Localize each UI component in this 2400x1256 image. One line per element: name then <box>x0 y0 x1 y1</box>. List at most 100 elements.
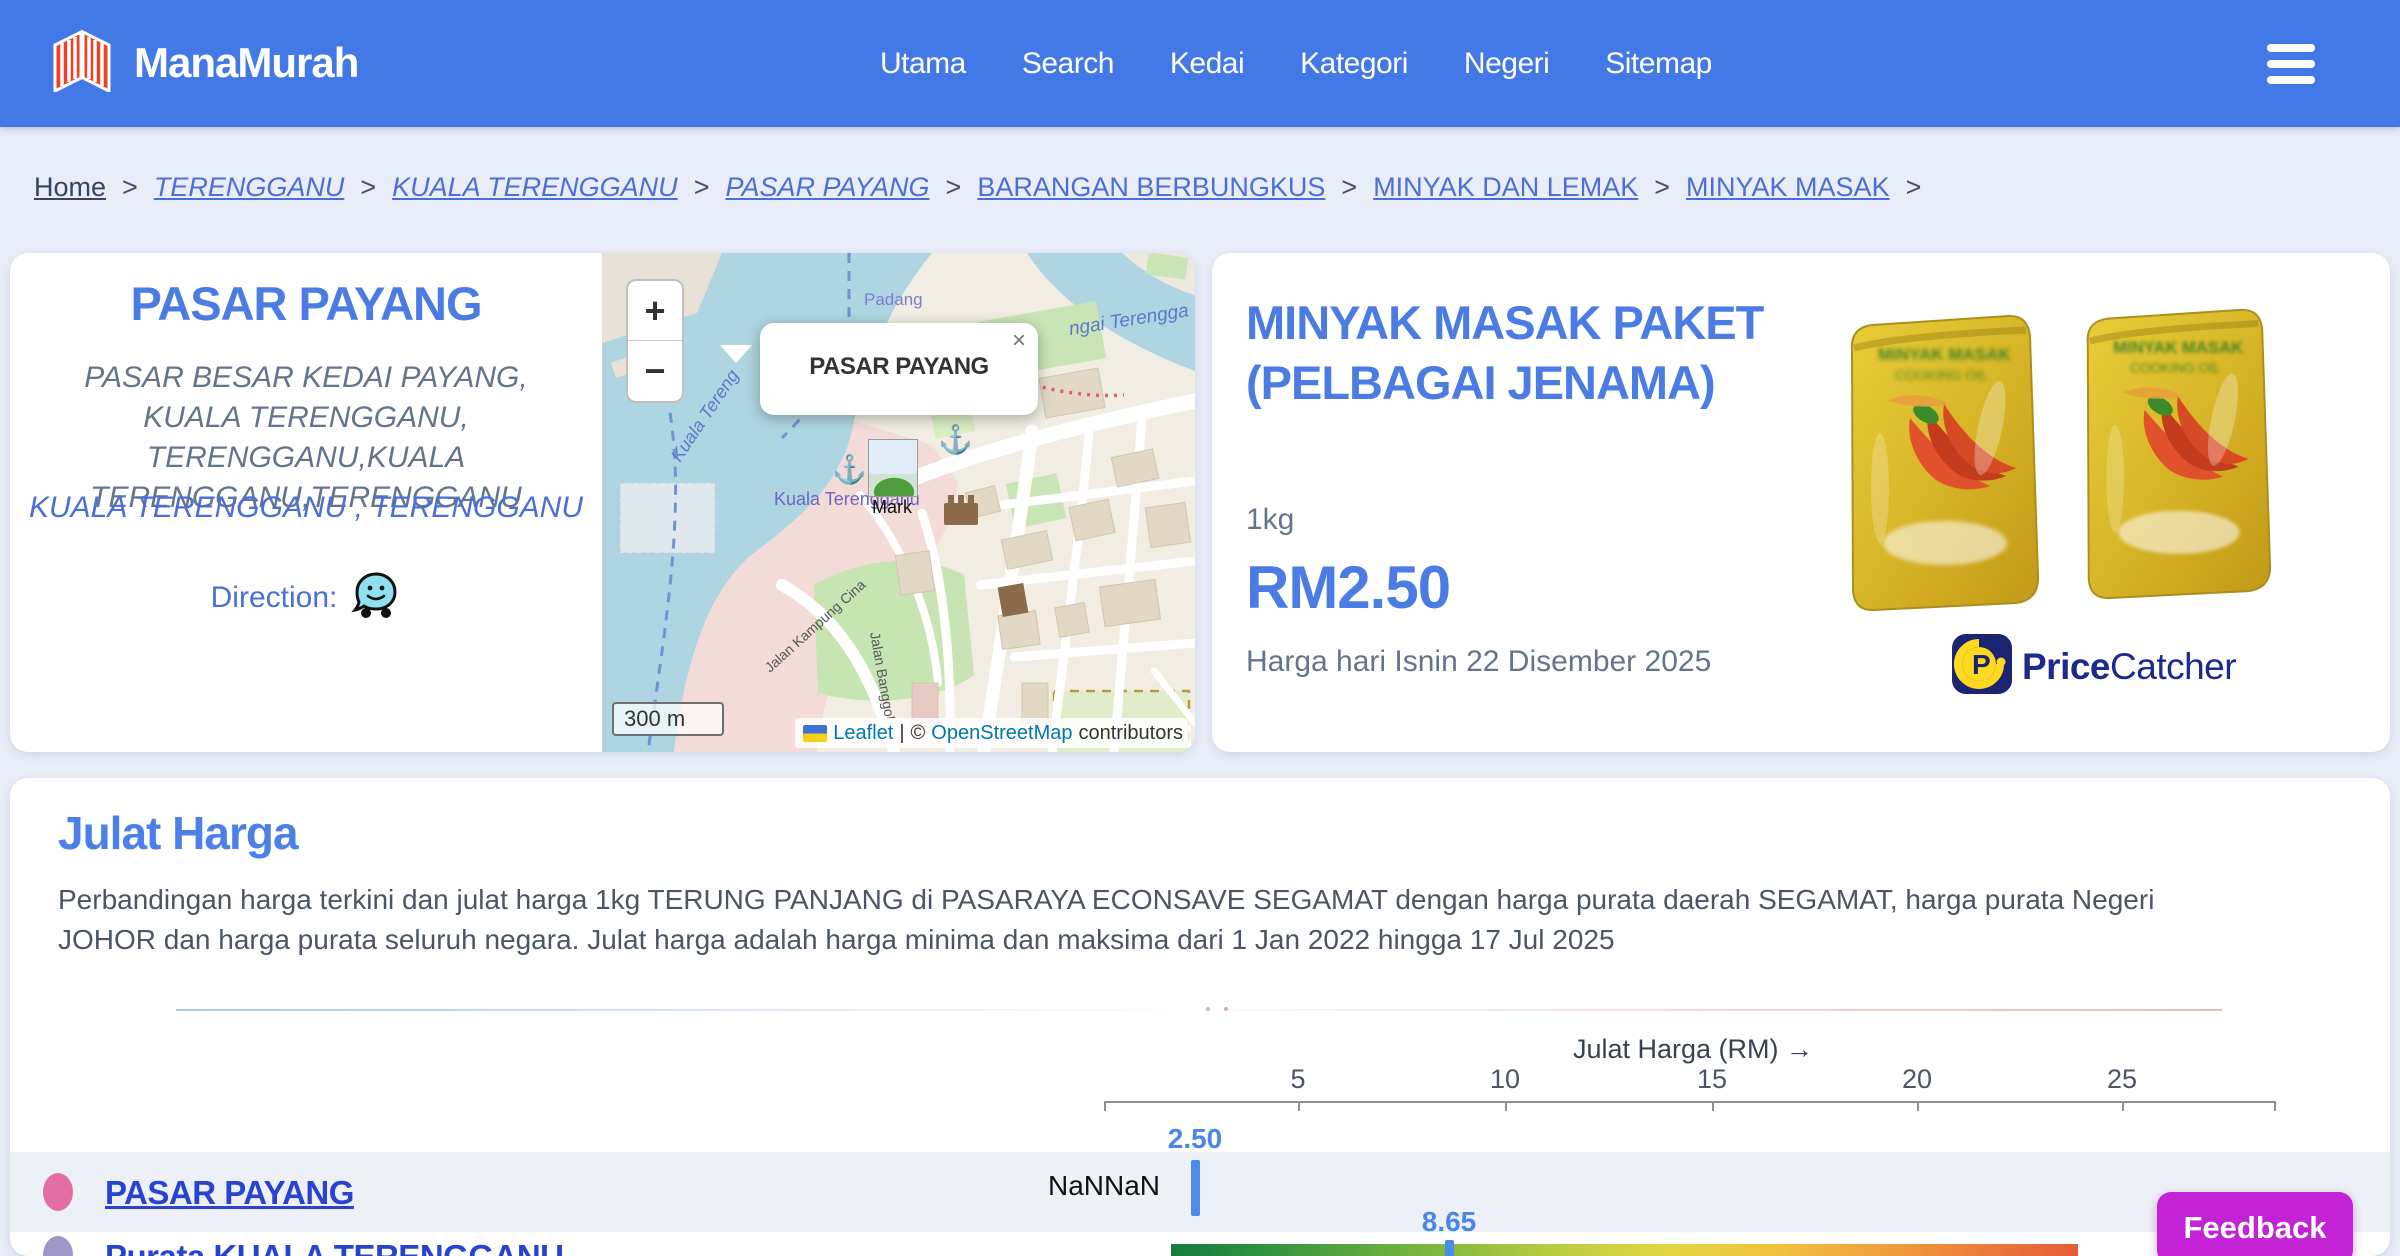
nav-item-negeri[interactable]: Negeri <box>1464 47 1550 81</box>
map-popup: PASAR PAYANG × <box>760 323 1038 415</box>
axis-tick <box>1712 1101 1714 1111</box>
badge-regular-text: Catcher <box>2110 645 2237 687</box>
breadcrumb-separator: > <box>1341 172 1358 202</box>
top-navigation-bar: ManaMurah Utama Search Kedai Kategori Ne… <box>0 0 2400 127</box>
nav-item-sitemap[interactable]: Sitemap <box>1605 47 1712 81</box>
store-region-links: KUALA TERENGGANU , TERENGGANU <box>10 491 602 525</box>
breadcrumb-separator: > <box>360 172 377 202</box>
map-zoom-control: + − <box>626 279 684 403</box>
breadcrumb-separator: > <box>945 172 962 202</box>
axis-end-tick <box>2274 1101 2276 1111</box>
product-unit: 1kg <box>1246 503 1295 536</box>
nav-item-kategori[interactable]: Kategori <box>1300 47 1408 81</box>
breadcrumb: Home > TERENGGANU > KUALA TERENGGANU > P… <box>34 172 1921 203</box>
axis-tick-label: 10 <box>1489 1064 1521 1094</box>
leaflet-link[interactable]: Leaflet <box>833 722 893 745</box>
price-marker-purata <box>1445 1240 1454 1256</box>
axis-end-tick <box>1104 1101 1106 1111</box>
axis-tick-label: 25 <box>2106 1064 2138 1094</box>
map-scale: 300 m <box>612 702 724 736</box>
divider-dot <box>1206 1007 1210 1011</box>
product-title: MINYAK MASAK PAKET (PELBAGAI JENAMA) <box>1246 296 1764 409</box>
breadcrumb-barangan-berbungkus[interactable]: BARANGAN BERBUNGKUS <box>977 172 1325 203</box>
map-marker[interactable] <box>868 439 918 497</box>
zoom-out-button[interactable]: − <box>628 341 682 401</box>
breadcrumb-minyak-masak[interactable]: MINYAK MASAK <box>1686 172 1890 203</box>
price-range-gradient-bar <box>1171 1244 2078 1256</box>
axis-tick-label: 20 <box>1901 1064 1933 1094</box>
chart-axis-label: Julat Harga (RM) → <box>1572 1034 1814 1064</box>
breadcrumb-separator: > <box>693 172 710 202</box>
axis-tick-label: 5 <box>1290 1064 1306 1094</box>
nav-item-utama[interactable]: Utama <box>880 47 966 81</box>
manamurah-logo-icon <box>48 28 116 97</box>
district-link[interactable]: KUALA TERENGGANU <box>29 491 346 524</box>
direction-label: Direction: <box>210 580 338 614</box>
chart-axis-line <box>1104 1101 2276 1103</box>
waze-icon[interactable] <box>351 571 401 624</box>
zoom-in-button[interactable]: + <box>628 281 682 341</box>
row-value-label: 2.50 <box>1167 1123 1223 1154</box>
divider-dot <box>1224 1007 1228 1011</box>
copyright-symbol: © <box>910 721 926 744</box>
price-marker-pasar-payang <box>1191 1160 1200 1216</box>
contributors-label: contributors <box>1078 721 1184 744</box>
page: ManaMurah Utama Search Kedai Kategori Ne… <box>0 0 2400 1256</box>
product-price: RM2.50 <box>1246 554 1451 621</box>
pricecatcher-logo-text: PriceCatcher <box>2022 645 2237 688</box>
breadcrumb-terengganu[interactable]: TERENGGANU <box>154 172 345 203</box>
breadcrumb-separator: > <box>122 172 138 202</box>
product-image: MINYAK MASAK COOKING OIL <box>1840 308 2310 668</box>
pricecatcher-badge: P PriceCatcher <box>1950 631 2237 702</box>
openstreetmap-link[interactable]: OpenStreetMap <box>931 722 1072 745</box>
row-link-pasar-payang[interactable]: PASAR PAYANG <box>105 1174 354 1212</box>
axis-tick <box>1505 1101 1507 1111</box>
nav-item-search[interactable]: Search <box>1022 47 1115 81</box>
map-attribution: Leaflet | © OpenStreetMap contributors <box>795 718 1191 748</box>
store-name: PASAR PAYANG <box>130 277 482 330</box>
breadcrumb-minyak-dan-lemak[interactable]: MINYAK DAN LEMAK <box>1373 172 1638 203</box>
breadcrumb-separator: > <box>1654 172 1671 202</box>
row-dot-pasar-payang <box>43 1173 73 1211</box>
chart-top-divider <box>176 1009 2222 1011</box>
product-price-date: Harga hari Isnin 22 Disember 2025 <box>1246 645 1712 678</box>
brand[interactable]: ManaMurah <box>48 28 359 97</box>
anchor-icon: ⚓ <box>938 423 973 456</box>
direction-row: Direction: <box>10 571 602 624</box>
svg-text:P: P <box>1972 649 1991 680</box>
price-range-card: Julat Harga Perbandingan harga terkini d… <box>10 778 2390 1256</box>
axis-tick <box>1917 1101 1919 1111</box>
row-value-label: 8.65 <box>1421 1206 1477 1237</box>
main-nav: Utama Search Kedai Kategori Negeri Sitem… <box>880 0 1712 127</box>
leaflet-map[interactable]: ⚓ ⚓ Padang ngai Terengga Kuala Tereng Ku… <box>602 253 1195 752</box>
anchor-icon: ⚓ <box>832 453 867 486</box>
breadcrumb-separator: > <box>1905 172 1922 202</box>
brand-name: ManaMurah <box>134 38 359 86</box>
axis-tick-label: 15 <box>1696 1064 1728 1094</box>
price-range-description: Perbandingan harga terkini dan julat har… <box>58 884 2155 955</box>
row-link-purata-kuala-terengganu[interactable]: Purata KUALA TERENGGANU <box>105 1238 564 1256</box>
row-dot-purata-kuala-terengganu <box>43 1236 73 1256</box>
chart-row-pasar-payang <box>10 1152 2390 1232</box>
axis-tick <box>2122 1101 2124 1111</box>
pricecatcher-logo-icon: P <box>1950 631 2014 702</box>
price-range-title: Julat Harga <box>58 807 299 859</box>
breadcrumb-home[interactable]: Home <box>34 172 106 203</box>
axis-tick <box>1298 1101 1300 1111</box>
breadcrumb-kuala-terengganu[interactable]: KUALA TERENGGANU <box>392 172 678 203</box>
product-card: MINYAK MASAK PAKET (PELBAGAI JENAMA) 1kg… <box>1212 253 2390 752</box>
feedback-button[interactable]: Feedback <box>2157 1192 2353 1256</box>
region-separator: , <box>354 491 363 524</box>
popup-close-icon[interactable]: × <box>1012 327 1026 355</box>
nav-item-kedai[interactable]: Kedai <box>1170 47 1245 81</box>
map-label-padang: Padang <box>864 290 923 309</box>
store-info-column: PASAR PAYANG PASAR BESAR KEDAI PAYANG, K… <box>10 253 602 752</box>
store-card: PASAR PAYANG PASAR BESAR KEDAI PAYANG, K… <box>10 253 1195 752</box>
breadcrumb-pasar-payang[interactable]: PASAR PAYANG <box>725 172 929 203</box>
map-marker-label: Mark <box>872 497 912 517</box>
row-nan-note: NaNNaN <box>1047 1170 1160 1201</box>
hamburger-menu-icon[interactable] <box>2267 44 2315 84</box>
badge-bold-text: Price <box>2022 645 2111 687</box>
state-link[interactable]: TERENGGANU <box>371 491 583 524</box>
ukraine-flag-icon <box>803 724 828 742</box>
